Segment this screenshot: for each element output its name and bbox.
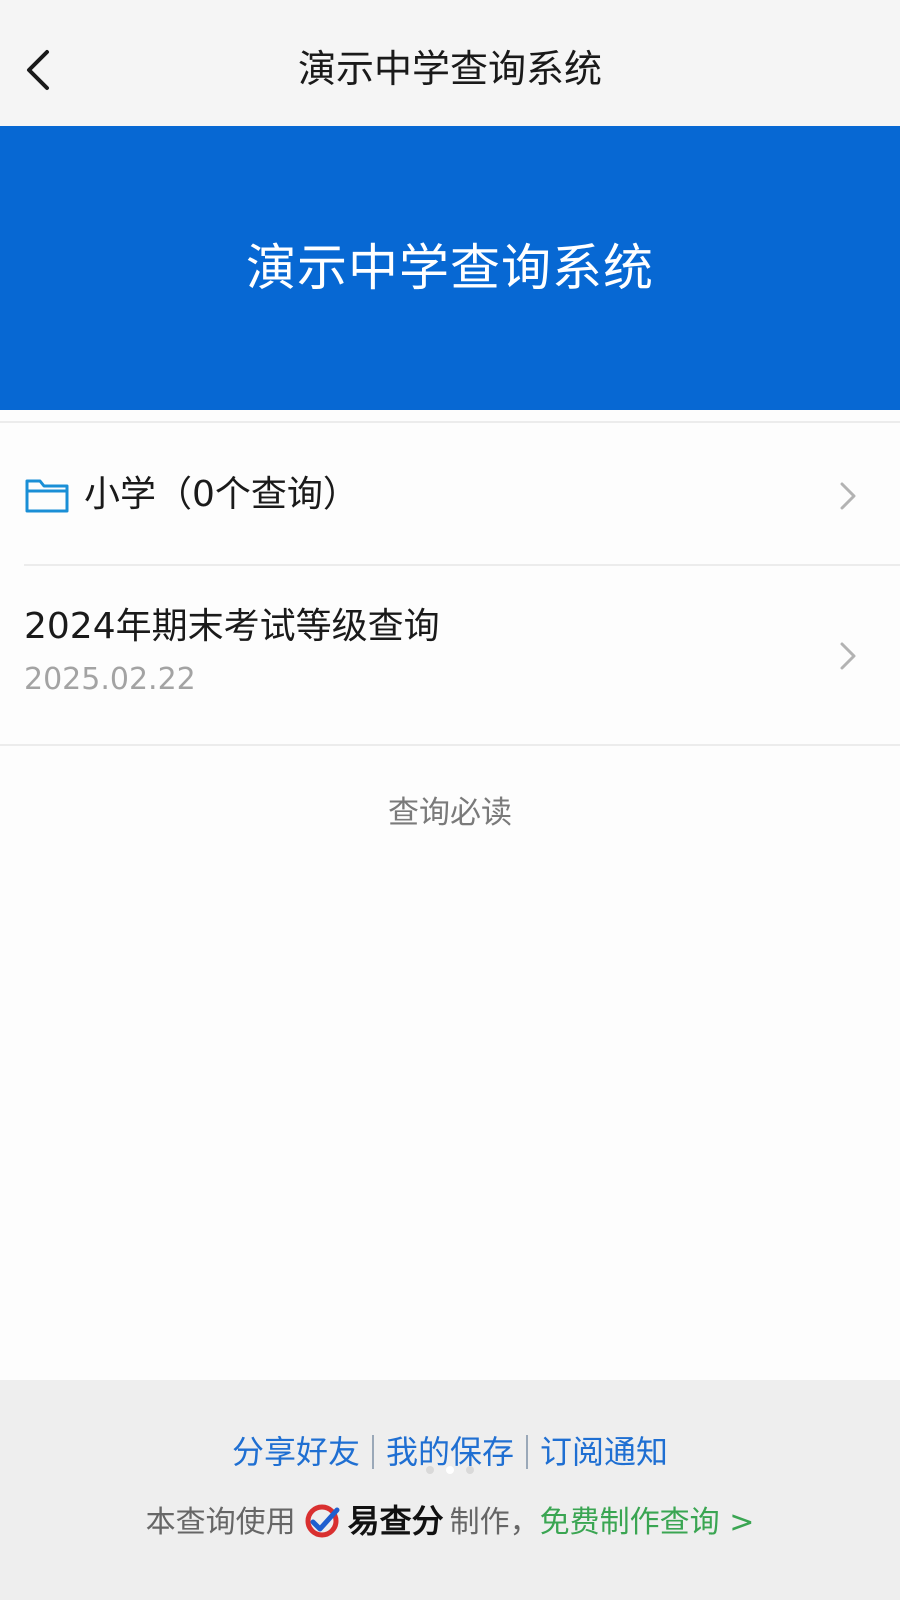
- query-row[interactable]: 2024年期末考试等级查询 2025.02.22: [0, 566, 900, 742]
- credit-prefix: 本查询使用: [145, 1505, 296, 1540]
- nav-title: 演示中学查询系统: [297, 47, 602, 91]
- credit-line: 本查询使用 易查分 制作，免费制作查询 >: [0, 1500, 900, 1544]
- free-make-query-link[interactable]: 免费制作查询 >: [540, 1505, 755, 1540]
- page-dot-active: [446, 1466, 454, 1474]
- page-dot: [466, 1466, 474, 1474]
- folder-row-primary-school[interactable]: 小学（0个查询）: [0, 432, 900, 562]
- brand-name: 易查分: [347, 1502, 444, 1540]
- chevron-right-icon: [840, 642, 856, 670]
- banner-title: 演示中学查询系统: [246, 239, 654, 297]
- folder-label: 小学（0个查询）: [84, 474, 359, 515]
- query-notice-link[interactable]: 查询必读: [0, 792, 900, 834]
- nav-bar: 演示中学查询系统: [0, 0, 900, 126]
- page-dot: [426, 1466, 434, 1474]
- page-indicator: [0, 1466, 900, 1476]
- query-title: 2024年期末考试等级查询: [24, 606, 440, 647]
- footer-separator: [526, 1435, 528, 1469]
- credit-suffix: 制作，: [449, 1505, 540, 1540]
- footer-separator: [371, 1435, 374, 1469]
- chevron-right-icon: [840, 482, 856, 510]
- divider: [0, 421, 900, 423]
- query-date: 2025.02.22: [24, 662, 196, 697]
- divider: [0, 744, 900, 746]
- folder-icon: [25, 479, 69, 513]
- footer: 分享好友 我的保存 订阅通知: [0, 1380, 900, 1600]
- banner: 演示中学查询系统: [0, 126, 900, 410]
- yichafen-logo-icon: [305, 1504, 340, 1538]
